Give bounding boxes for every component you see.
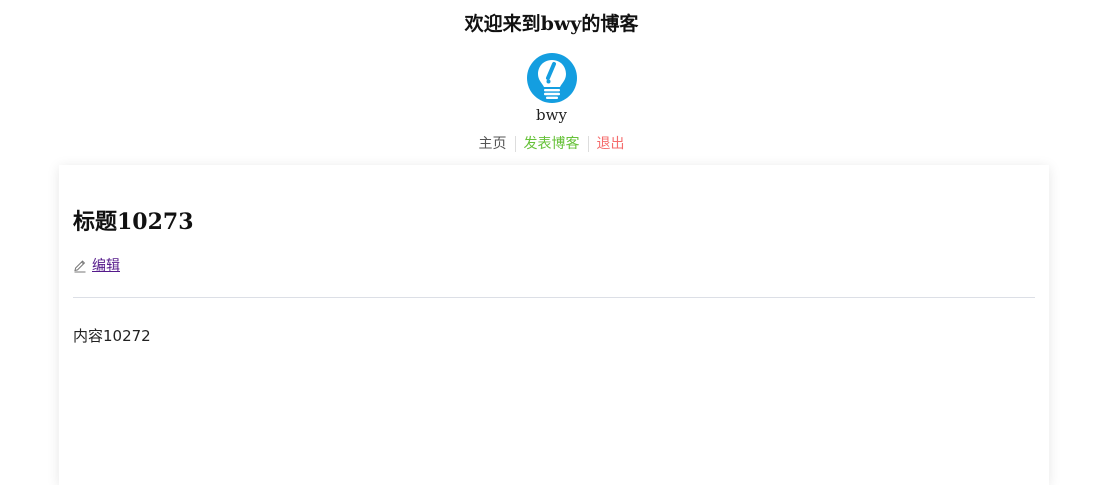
post-content: 内容10272 <box>73 327 151 345</box>
edit-post-link[interactable]: 编辑 <box>92 256 120 276</box>
site-title: 欢迎来到bwy的博客 <box>464 13 639 35</box>
edit-row: 编辑 <box>73 256 1035 276</box>
post-title: 标题10273 <box>73 209 194 235</box>
avatar-container <box>0 52 1103 104</box>
lightbulb-icon <box>526 53 577 103</box>
nav-home-link[interactable]: 主页 <box>471 135 515 153</box>
nav-logout-link[interactable]: 退出 <box>589 135 633 153</box>
username: bwy <box>536 106 567 124</box>
main-nav: 主页 发表博客 退出 <box>0 135 1103 153</box>
content-divider <box>73 297 1035 298</box>
nav-publish-link[interactable]: 发表博客 <box>516 135 588 153</box>
post-card: 标题10273 编辑 内容10272 <box>59 165 1049 485</box>
site-header: 欢迎来到bwy的博客 bwy 主页 发表博客 退出 <box>0 0 1103 153</box>
pencil-icon <box>74 260 86 273</box>
